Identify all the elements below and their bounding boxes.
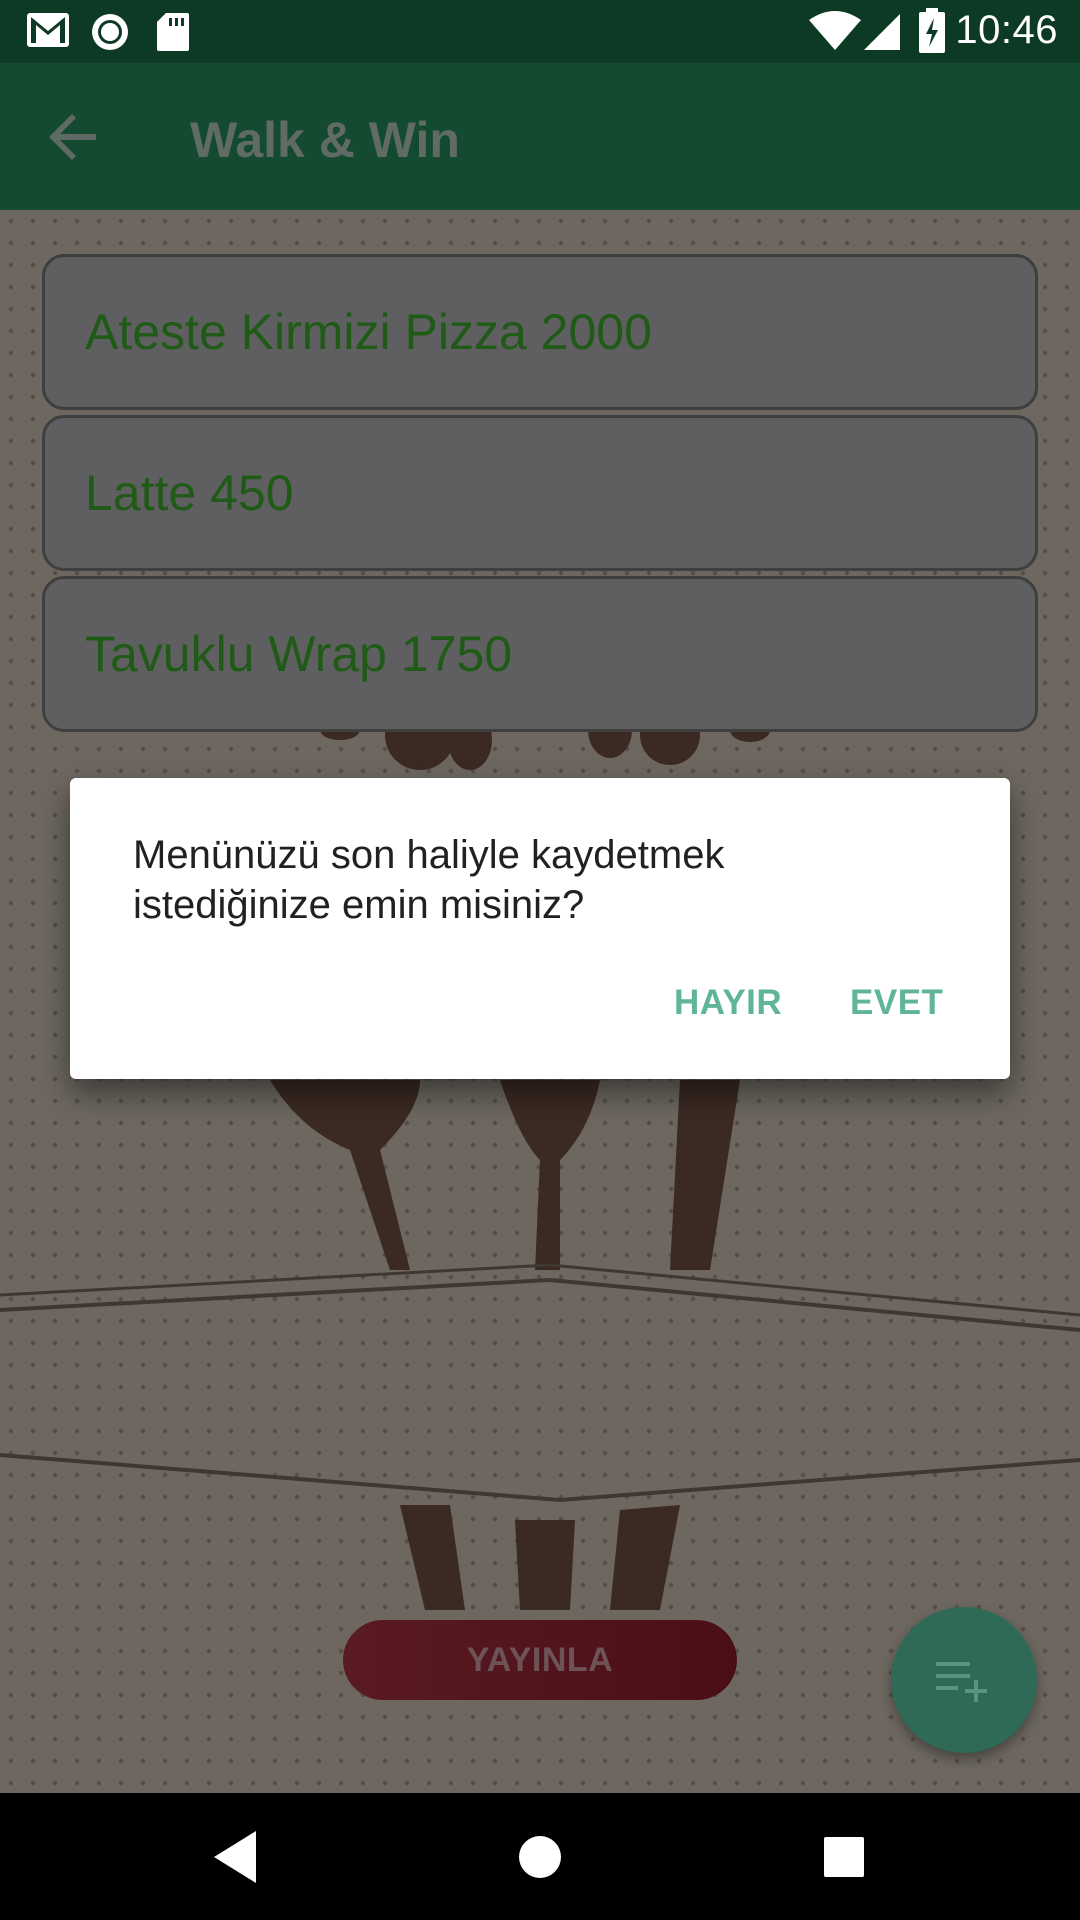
no-button[interactable]: HAYIR [674,983,782,1023]
back-triangle-icon[interactable] [200,1821,272,1893]
sd-card-icon [157,13,189,51]
menu-item-label: Latte 450 [85,465,294,521]
wifi-icon [809,11,861,50]
confirm-dialog: Menünüzü son haliyle kaydetmek istediğin… [70,778,1010,1079]
record-icon [92,14,128,50]
status-bar: 10:46 [0,0,1080,63]
menu-item[interactable]: Tavuklu Wrap 1750 [42,576,1038,732]
yes-button[interactable]: EVET [850,983,943,1023]
publish-button-label: YAYINLA [466,1640,614,1679]
gmail-icon [27,13,69,47]
menu-item-label: Tavuklu Wrap 1750 [85,626,513,682]
home-circle-icon[interactable] [504,1821,576,1893]
recents-square-icon[interactable] [808,1821,880,1893]
menu-item[interactable]: Latte 450 [42,415,1038,571]
signal-icon [864,14,900,50]
menu-item[interactable]: Ateste Kirmizi Pizza 2000 [42,254,1038,410]
app-bar: Walk & Win [0,63,1080,210]
menu-item-label: Ateste Kirmizi Pizza 2000 [85,304,652,360]
clock: 10:46 [955,8,1058,52]
navigation-bar [0,1793,1080,1920]
add-item-fab[interactable] [891,1607,1037,1753]
arrow-back-icon[interactable] [40,103,108,171]
playlist-add-icon [936,1662,987,1702]
battery-charging-icon [919,8,945,53]
publish-button[interactable]: YAYINLA [343,1620,737,1700]
dialog-message: Menünüzü son haliyle kaydetmek istediğin… [133,833,725,927]
app-title: Walk & Win [190,112,460,168]
